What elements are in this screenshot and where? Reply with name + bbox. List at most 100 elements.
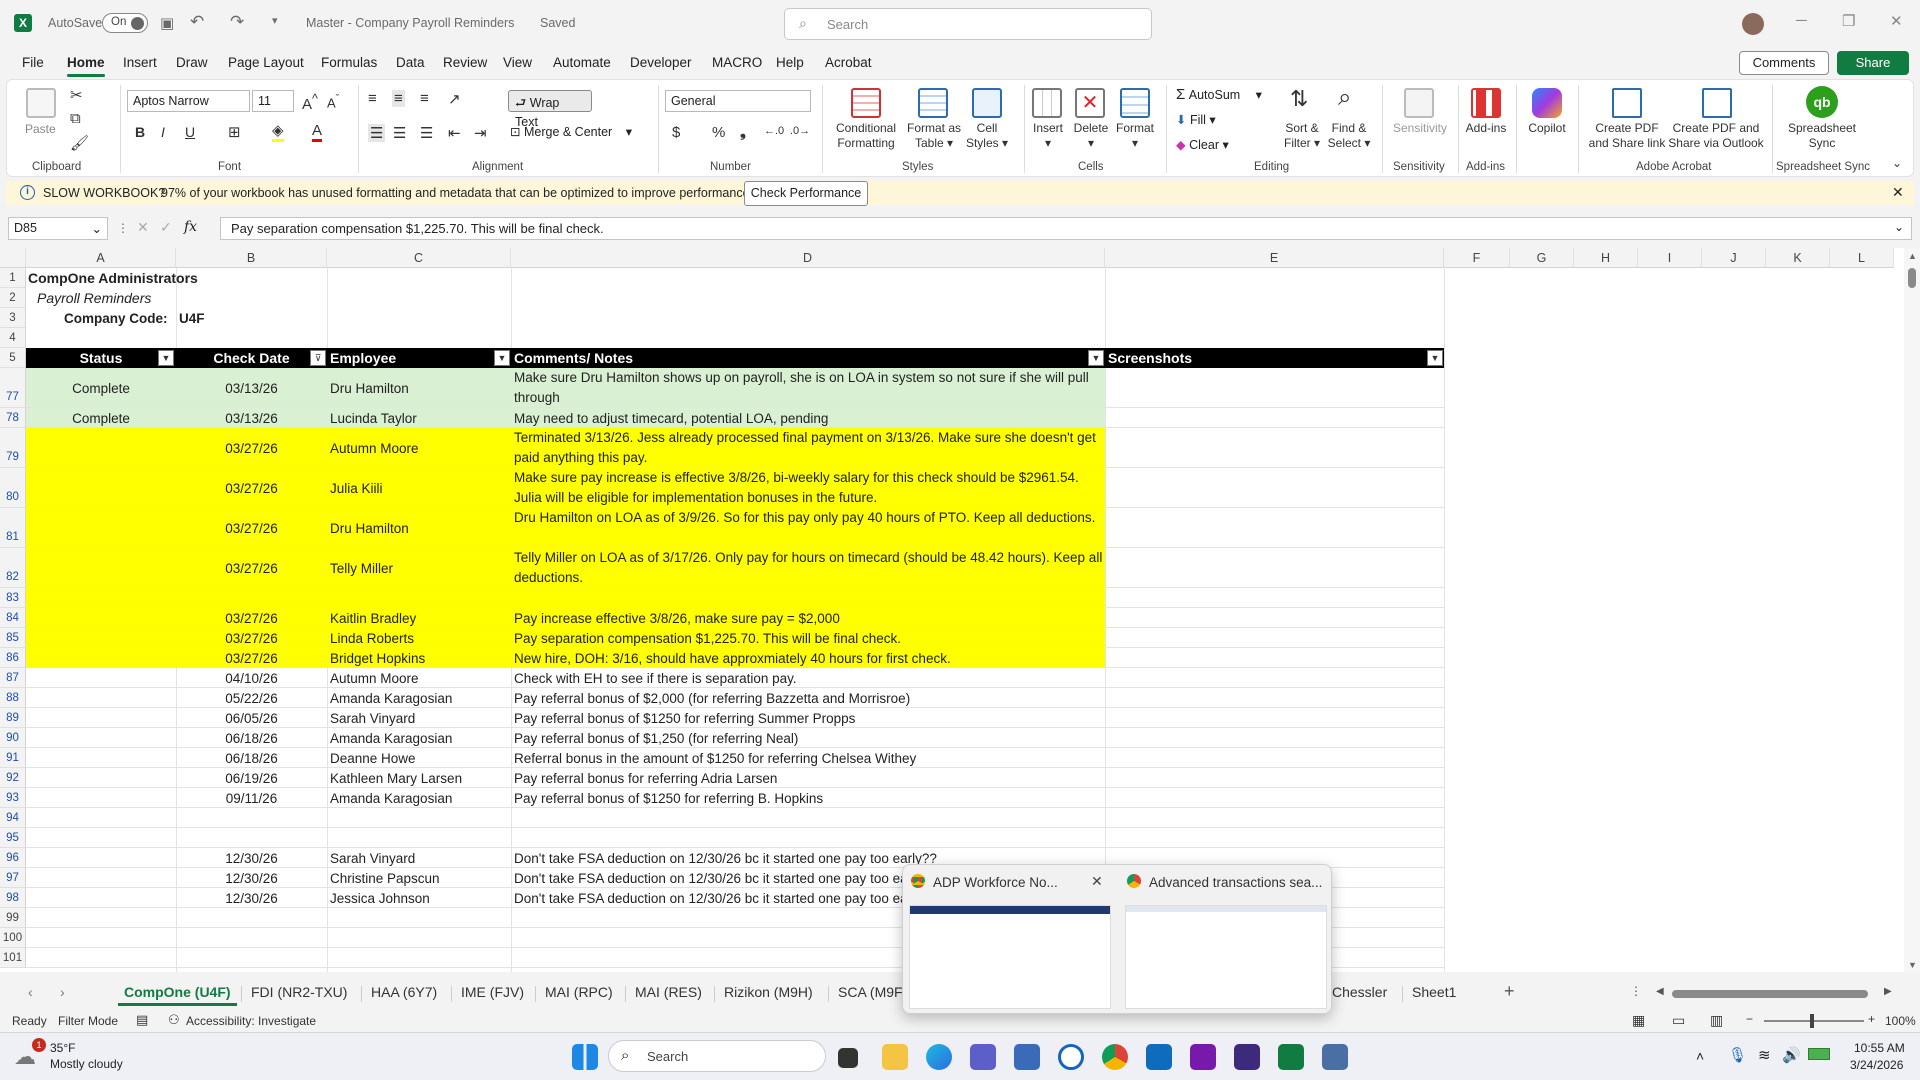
create-pdf-share-button[interactable]: Create PDF and Share link	[1584, 121, 1670, 151]
percent-icon[interactable]: %	[712, 124, 725, 141]
row-header[interactable]: 100	[0, 928, 26, 948]
row-header[interactable]: 79	[0, 428, 26, 468]
row-header[interactable]: 1	[0, 268, 26, 288]
menu-view[interactable]: View	[503, 55, 532, 70]
note-cell[interactable]: New hire, DOH: 3/16, should have approxm…	[514, 649, 1104, 668]
sheet-tab[interactable]: SCA (M9F)	[838, 984, 907, 1000]
row-header[interactable]: 77	[0, 368, 26, 408]
scroll-up-icon[interactable]: ▲	[1908, 251, 1917, 261]
row-header[interactable]: 90	[0, 728, 26, 748]
check-date-cell[interactable]: 03/27/26	[176, 519, 327, 538]
align-center-icon[interactable]: ☰	[393, 124, 406, 142]
employee-cell[interactable]: Sarah Vinyard	[330, 849, 510, 868]
menu-page-layout[interactable]: Page Layout	[228, 55, 304, 70]
sort-filter-button[interactable]: Sort & Filter ▾	[1280, 121, 1324, 151]
row-header[interactable]: 78	[0, 408, 26, 428]
note-cell[interactable]: Pay referral bonus of $1,250 (for referr…	[514, 729, 1104, 748]
microphone-icon[interactable]: 🎙	[1728, 1046, 1747, 1064]
task-view-icon[interactable]	[838, 1048, 858, 1068]
popup-tab-1-preview[interactable]	[909, 905, 1111, 1009]
weather-widget[interactable]: ☁ 1 35°F Mostly cloudy	[14, 1038, 134, 1076]
undo-icon[interactable]: ↶	[190, 12, 204, 32]
customize-qat-icon[interactable]: ▾	[272, 14, 278, 27]
check-date-cell[interactable]: 09/11/26	[176, 789, 327, 808]
popup-tab-2-preview[interactable]	[1125, 905, 1327, 1009]
insert-cells-button[interactable]: Insert ▾	[1028, 121, 1068, 151]
page-layout-view-icon[interactable]: ▭	[1672, 1012, 1685, 1029]
sort-filter-icon[interactable]: ⇅	[1290, 86, 1308, 112]
note-cell[interactable]: Terminated 3/13/26. Jess already process…	[514, 428, 1104, 468]
note-cell[interactable]: Pay referral bonus for referring Adria L…	[514, 769, 1104, 788]
onenote-icon[interactable]	[1190, 1044, 1216, 1070]
check-date-cell[interactable]: 06/19/26	[176, 769, 327, 788]
row-header[interactable]: 97	[0, 868, 26, 888]
column-header-i[interactable]: I	[1638, 248, 1702, 268]
column-header-c[interactable]: C	[327, 248, 511, 268]
note-cell[interactable]: May need to adjust timecard, potential L…	[514, 409, 1104, 428]
menu-help[interactable]: Help	[776, 55, 804, 70]
column-header-b[interactable]: B	[176, 248, 327, 268]
increase-indent-icon[interactable]: ⇥	[474, 124, 487, 142]
battery-icon[interactable]	[1808, 1048, 1830, 1060]
save-icon[interactable]: ▣	[160, 14, 174, 32]
row-header[interactable]: 2	[0, 288, 26, 308]
font-name-select[interactable]: Aptos Narrow	[127, 90, 250, 112]
employee-cell[interactable]: Lucinda Taylor	[330, 409, 510, 428]
row-header[interactable]: 80	[0, 468, 26, 508]
zoom-slider-thumb[interactable]	[1810, 1014, 1814, 1028]
employee-cell[interactable]: Dru Hamilton	[330, 379, 510, 398]
check-date-cell[interactable]: 12/30/26	[176, 889, 327, 908]
scroll-right-icon[interactable]: ▶	[1884, 986, 1892, 997]
currency-icon[interactable]: $	[672, 124, 680, 141]
note-cell[interactable]: Make sure pay increase is effective 3/8/…	[514, 468, 1104, 508]
document-title[interactable]: Master - Company Payroll Reminders	[306, 16, 514, 30]
row-header[interactable]: 99	[0, 908, 26, 928]
employee-cell[interactable]: Bridget Hopkins	[330, 649, 510, 668]
copy-icon[interactable]: ⧉	[70, 110, 81, 127]
menu-automate[interactable]: Automate	[553, 55, 611, 70]
row-header[interactable]: 92	[0, 768, 26, 788]
excel-logo-icon[interactable]: X	[14, 14, 32, 32]
row-header[interactable]: 96	[0, 848, 26, 868]
clock-date[interactable]: 3/24/2026	[1850, 1058, 1903, 1072]
row-header[interactable]: 98	[0, 888, 26, 908]
employee-cell[interactable]: Autumn Moore	[330, 669, 510, 688]
align-middle-icon[interactable]: ≡	[392, 90, 405, 107]
app-icon[interactable]	[1014, 1044, 1040, 1070]
row-header[interactable]: 81	[0, 508, 26, 548]
sheet-tab[interactable]: Sheet1	[1412, 984, 1456, 1000]
employee-cell[interactable]: Jessica Johnson	[330, 889, 510, 908]
clear-button[interactable]: ◆ Clear ▾	[1176, 137, 1229, 152]
scroll-down-icon[interactable]: ▼	[1908, 960, 1917, 970]
row-header[interactable]: 87	[0, 668, 26, 688]
find-select-icon[interactable]: ⌕	[1338, 84, 1351, 112]
employee-cell[interactable]: Julia Kiili	[330, 479, 510, 498]
status-cell[interactable]: Complete	[26, 379, 176, 398]
column-header-f[interactable]: F	[1444, 248, 1510, 268]
share-button[interactable]: Share	[1837, 51, 1909, 75]
column-header-a[interactable]: A	[26, 248, 176, 268]
normal-view-icon[interactable]: ▦	[1632, 1012, 1645, 1029]
horizontal-scrollbar[interactable]: ◀ ▶	[1656, 986, 1896, 998]
sensitivity-icon[interactable]	[1404, 88, 1434, 118]
column-header-g[interactable]: G	[1510, 248, 1574, 268]
autosave-toggle[interactable]: On	[102, 13, 148, 33]
close-window-icon[interactable]: ✕	[1890, 12, 1903, 30]
increase-decimal-icon[interactable]: ←.0	[764, 125, 784, 137]
teams-icon[interactable]	[970, 1044, 996, 1070]
cell-styles-button[interactable]: Cell Styles ▾	[960, 121, 1014, 151]
menu-home[interactable]: Home	[67, 55, 105, 77]
check-date-cell[interactable]: 03/27/26	[176, 629, 327, 648]
sheet-tab[interactable]: HAA (6Y7)	[371, 984, 437, 1000]
cut-icon[interactable]: ✂	[70, 86, 83, 104]
delete-cells-button[interactable]: Delete ▾	[1070, 121, 1112, 151]
filter-sort-active-icon[interactable]: ⊽	[310, 350, 326, 366]
note-cell[interactable]: Telly Miller on LOA as of 3/17/26. Only …	[514, 548, 1104, 588]
menu-draw[interactable]: Draw	[176, 55, 208, 70]
check-date-cell[interactable]: 03/27/26	[176, 609, 327, 628]
insert-cells-icon[interactable]	[1032, 88, 1062, 118]
sheet-tab[interactable]: FDI (NR2-TXU)	[251, 984, 347, 1000]
check-date-cell[interactable]: 12/30/26	[176, 849, 327, 868]
italic-icon[interactable]: I	[161, 124, 165, 140]
restore-icon[interactable]: ❐	[1842, 12, 1855, 30]
